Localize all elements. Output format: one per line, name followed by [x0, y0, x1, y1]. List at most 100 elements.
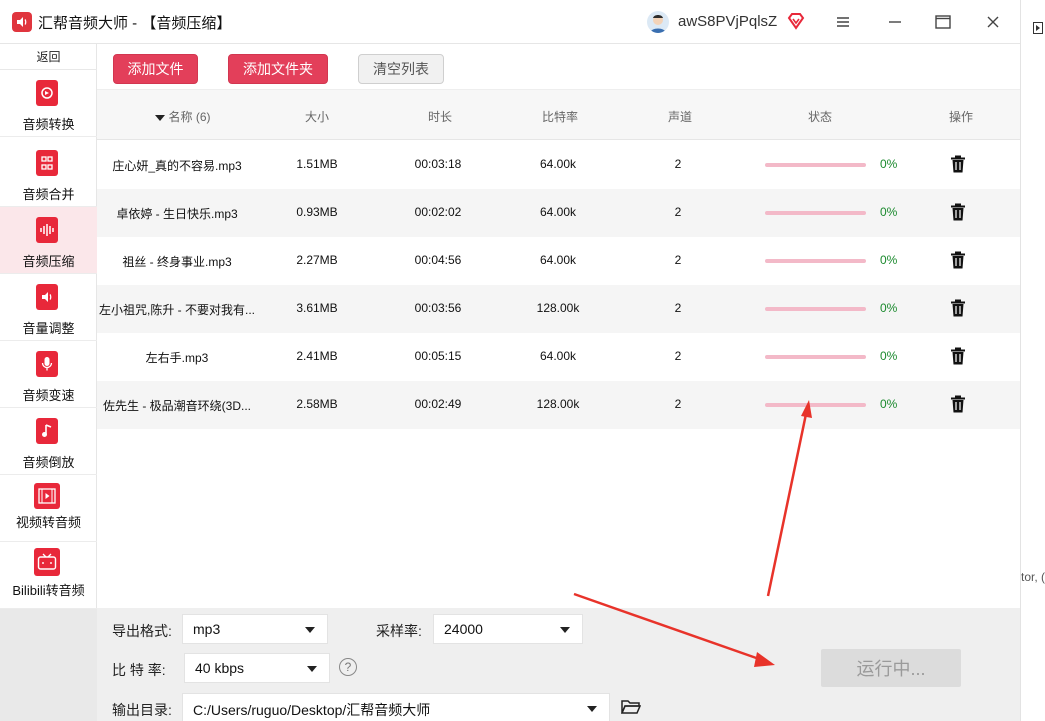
table-row[interactable]: 佐先生 - 极品潮音环绕(3D... 2.58MB 00:02:49 128.0… — [97, 381, 1020, 429]
progress-bar — [765, 259, 866, 263]
file-duration: 00:03:18 — [414, 157, 462, 171]
sidebar-item-video-to-audio[interactable]: 视频转音频 — [0, 475, 97, 542]
file-channels: 2 — [674, 253, 682, 267]
table-row[interactable]: 左小祖咒,陈升 - 不要对我有... 3.61MB 00:03:56 128.0… — [97, 285, 1020, 333]
output-dir-value: C:/Users/ruguo/Desktop/汇帮音频大师 — [193, 702, 431, 718]
sidebar-item-audio-speed[interactable]: 音频变速 — [0, 341, 97, 408]
video-film-icon — [34, 483, 60, 509]
file-bitrate: 128.00k — [536, 301, 580, 315]
column-header-bitrate: 比特率 — [541, 110, 578, 124]
file-channels: 2 — [674, 157, 682, 171]
add-folder-button[interactable]: 添加文件夹 — [228, 54, 328, 84]
trash-icon[interactable] — [950, 347, 966, 365]
volume-icon — [36, 284, 58, 310]
output-settings-panel: 导出格式: mp3 采样率: 24000 比 特 率: 40 kbps ? 运行… — [97, 608, 1020, 721]
column-header-actions: 操作 — [948, 110, 973, 124]
progress-bar — [765, 355, 866, 359]
back-button[interactable]: 返回 — [0, 44, 97, 70]
help-icon[interactable]: ? — [339, 658, 357, 676]
progress-percent: 0% — [880, 157, 898, 171]
file-name: 卓依婷 - 生日快乐.mp3 — [116, 207, 238, 221]
maximize-icon[interactable] — [931, 10, 955, 34]
progress-bar — [765, 163, 866, 167]
file-bitrate: 64.00k — [539, 157, 577, 171]
app-logo-icon — [12, 12, 32, 32]
run-button[interactable]: 运行中... — [821, 649, 961, 687]
sidebar-item-label: Bilibili转音频 — [12, 583, 85, 598]
sidebar-item-audio-reverse[interactable]: 音频倒放 — [0, 408, 97, 475]
trash-icon[interactable] — [950, 299, 966, 317]
sidebar: 返回 音频转换 音频合并 音频压缩 音量调整 音频变速 音频倒放 视频转音频 B… — [0, 44, 97, 721]
column-header-status: 状态 — [807, 110, 832, 124]
progress-percent: 0% — [880, 253, 898, 267]
sample-rate-select[interactable]: 24000 — [433, 614, 583, 644]
bitrate-select-value: 40 kbps — [195, 660, 245, 676]
table-row[interactable]: 祖丝 - 终身事业.mp3 2.27MB 00:04:56 64.00k 2 0… — [97, 237, 1020, 285]
right-edge-panel: tor, ( — [1020, 0, 1045, 721]
audio-merge-icon — [36, 150, 58, 176]
file-size: 2.27MB — [296, 253, 338, 267]
username[interactable]: awS8PVjPqlsZ — [678, 13, 777, 30]
file-size: 2.41MB — [296, 349, 338, 363]
microphone-icon — [36, 351, 58, 377]
bitrate-label: 比 特 率: — [112, 662, 166, 678]
trash-icon[interactable] — [950, 395, 966, 413]
sidebar-item-audio-compress[interactable]: 音频压缩 — [0, 207, 97, 274]
file-name: 庄心妍_真的不容易.mp3 — [112, 159, 242, 173]
play-icon[interactable] — [1033, 22, 1043, 34]
sidebar-item-bilibili[interactable]: Bilibili转音频 — [0, 542, 97, 609]
sidebar-item-volume[interactable]: 音量调整 — [0, 274, 97, 341]
file-table: 名称 (6) 大小 时长 比特率 声道 状态 操作 庄心妍_真的不容易.mp3 … — [97, 90, 1020, 608]
table-row[interactable]: 庄心妍_真的不容易.mp3 1.51MB 00:03:18 64.00k 2 0… — [97, 141, 1020, 189]
file-name: 左右手.mp3 — [145, 351, 209, 365]
file-bitrate: 64.00k — [539, 349, 577, 363]
title-bar: 汇帮音频大师 - 【音频压缩】 awS8PVjPqlsZ — [0, 0, 1020, 44]
hamburger-menu-icon[interactable] — [831, 10, 855, 34]
clear-list-button[interactable]: 清空列表 — [358, 54, 444, 84]
sidebar-item-label: 音频倒放 — [22, 455, 75, 470]
file-name: 左小祖咒,陈升 - 不要对我有... — [98, 303, 255, 317]
partial-text: tor, ( — [1021, 570, 1045, 584]
output-dir-select[interactable]: C:/Users/ruguo/Desktop/汇帮音频大师 — [182, 693, 610, 721]
table-row[interactable]: 左右手.mp3 2.41MB 00:05:15 64.00k 2 0% — [97, 333, 1020, 381]
column-header-name-label: 名称 (6) — [168, 110, 211, 124]
progress-bar — [765, 307, 866, 311]
sidebar-item-label: 音频压缩 — [22, 254, 75, 269]
chevron-down-icon — [560, 627, 570, 633]
file-channels: 2 — [674, 205, 682, 219]
sidebar-item-label: 音频转换 — [22, 117, 75, 132]
file-bitrate: 128.00k — [536, 397, 580, 411]
sidebar-item-audio-merge[interactable]: 音频合并 — [0, 140, 97, 207]
file-channels: 2 — [674, 397, 682, 411]
file-size: 2.58MB — [296, 397, 338, 411]
user-avatar[interactable] — [647, 11, 669, 33]
column-header-name[interactable]: 名称 (6) — [143, 108, 223, 125]
file-channels: 2 — [674, 301, 682, 315]
sample-rate-label: 采样率: — [376, 623, 422, 639]
trash-icon[interactable] — [950, 203, 966, 221]
toolbar: 添加文件 添加文件夹 清空列表 — [97, 44, 1020, 90]
add-file-button[interactable]: 添加文件 — [113, 54, 198, 84]
folder-open-icon[interactable] — [621, 699, 641, 715]
vip-diamond-icon[interactable] — [787, 12, 805, 30]
minimize-icon[interactable] — [883, 10, 907, 34]
file-duration: 00:04:56 — [414, 253, 462, 267]
sidebar-bottom-area — [0, 609, 97, 721]
format-select-value: mp3 — [193, 621, 221, 637]
sidebar-item-label: 音频变速 — [22, 388, 75, 403]
file-bitrate: 64.00k — [539, 253, 577, 267]
table-row[interactable]: 卓依婷 - 生日快乐.mp3 0.93MB 00:02:02 64.00k 2 … — [97, 189, 1020, 237]
trash-icon[interactable] — [950, 155, 966, 173]
bitrate-select[interactable]: 40 kbps — [184, 653, 330, 683]
trash-icon[interactable] — [950, 251, 966, 269]
file-size: 1.51MB — [296, 157, 338, 171]
file-size: 0.93MB — [296, 205, 338, 219]
sidebar-item-audio-convert[interactable]: 音频转换 — [0, 70, 97, 137]
music-note-icon — [36, 418, 58, 444]
column-header-duration: 时长 — [427, 110, 452, 124]
close-icon[interactable] — [981, 10, 1005, 34]
format-select[interactable]: mp3 — [182, 614, 328, 644]
file-duration: 00:03:56 — [414, 301, 462, 315]
file-name: 祖丝 - 终身事业.mp3 — [122, 255, 232, 269]
progress-percent: 0% — [880, 349, 898, 363]
